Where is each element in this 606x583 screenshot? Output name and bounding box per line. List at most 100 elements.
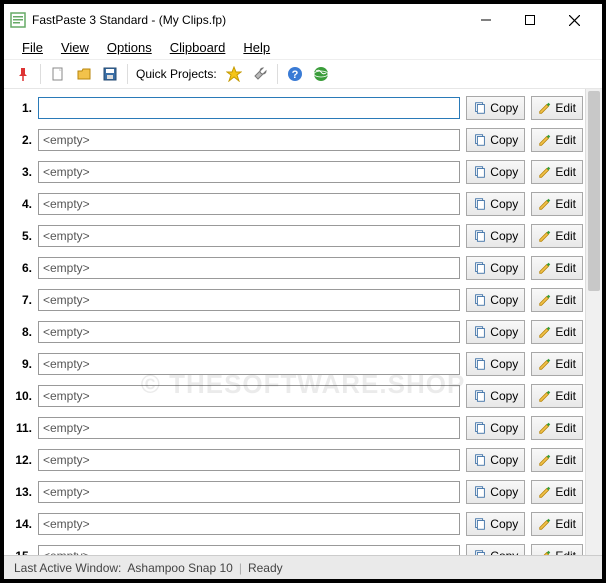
wrench-icon[interactable]: [249, 63, 271, 85]
copy-button[interactable]: Copy: [466, 416, 525, 440]
menu-options[interactable]: Options: [99, 38, 160, 57]
clip-input[interactable]: [38, 417, 460, 439]
globe-icon[interactable]: [310, 63, 332, 85]
scrollbar-thumb[interactable]: [588, 91, 600, 291]
copy-button[interactable]: Copy: [466, 480, 525, 504]
maximize-button[interactable]: [508, 6, 552, 34]
copy-icon: [473, 453, 487, 467]
minimize-button[interactable]: [464, 6, 508, 34]
edit-icon: [538, 325, 552, 339]
edit-button[interactable]: Edit: [531, 224, 583, 248]
copy-label: Copy: [490, 197, 518, 211]
status-label: Last Active Window:: [14, 561, 121, 575]
clip-row: 1.CopyEdit: [10, 93, 583, 123]
edit-button[interactable]: Edit: [531, 288, 583, 312]
separator: [277, 64, 278, 84]
clip-input[interactable]: [38, 353, 460, 375]
clip-row: 9.CopyEdit: [10, 349, 583, 379]
clip-input[interactable]: [38, 129, 460, 151]
edit-button[interactable]: Edit: [531, 160, 583, 184]
clip-input[interactable]: [38, 97, 460, 119]
copy-label: Copy: [490, 101, 518, 115]
copy-button[interactable]: Copy: [466, 384, 525, 408]
copy-button[interactable]: Copy: [466, 96, 525, 120]
edit-label: Edit: [555, 101, 576, 115]
help-icon[interactable]: ?: [284, 63, 306, 85]
copy-button[interactable]: Copy: [466, 224, 525, 248]
edit-label: Edit: [555, 293, 576, 307]
clip-input[interactable]: [38, 257, 460, 279]
save-icon[interactable]: [99, 63, 121, 85]
menu-help[interactable]: Help: [235, 38, 278, 57]
scrollbar[interactable]: [585, 89, 602, 555]
copy-button[interactable]: Copy: [466, 448, 525, 472]
menu-view[interactable]: View: [53, 38, 97, 57]
edit-button[interactable]: Edit: [531, 416, 583, 440]
copy-button[interactable]: Copy: [466, 512, 525, 536]
window-title: FastPaste 3 Standard - (My Clips.fp): [32, 13, 226, 27]
toolbar: Quick Projects: ?: [4, 59, 602, 89]
pin-icon[interactable]: [12, 63, 34, 85]
clip-input[interactable]: [38, 385, 460, 407]
copy-icon: [473, 357, 487, 371]
edit-button[interactable]: Edit: [531, 384, 583, 408]
row-number: 14.: [10, 517, 32, 531]
copy-icon: [473, 517, 487, 531]
clip-input[interactable]: [38, 481, 460, 503]
star-icon[interactable]: [223, 63, 245, 85]
clip-input[interactable]: [38, 321, 460, 343]
clip-row: 8.CopyEdit: [10, 317, 583, 347]
edit-button[interactable]: Edit: [531, 352, 583, 376]
copy-button[interactable]: Copy: [466, 544, 525, 555]
copy-button[interactable]: Copy: [466, 192, 525, 216]
close-button[interactable]: [552, 6, 596, 34]
clip-list: 1.CopyEdit2.CopyEdit3.CopyEdit4.CopyEdit…: [4, 89, 585, 555]
edit-button[interactable]: Edit: [531, 448, 583, 472]
copy-label: Copy: [490, 549, 518, 555]
clip-row: 4.CopyEdit: [10, 189, 583, 219]
clip-input[interactable]: [38, 225, 460, 247]
row-number: 11.: [10, 421, 32, 435]
menu-clipboard[interactable]: Clipboard: [162, 38, 234, 57]
row-number: 7.: [10, 293, 32, 307]
copy-button[interactable]: Copy: [466, 352, 525, 376]
edit-icon: [538, 261, 552, 275]
row-number: 15.: [10, 549, 32, 555]
copy-icon: [473, 101, 487, 115]
copy-button[interactable]: Copy: [466, 288, 525, 312]
clip-input[interactable]: [38, 289, 460, 311]
edit-button[interactable]: Edit: [531, 128, 583, 152]
clip-input[interactable]: [38, 161, 460, 183]
edit-button[interactable]: Edit: [531, 320, 583, 344]
copy-label: Copy: [490, 261, 518, 275]
clip-input[interactable]: [38, 545, 460, 555]
svg-text:?: ?: [291, 69, 298, 81]
edit-button[interactable]: Edit: [531, 96, 583, 120]
edit-icon: [538, 197, 552, 211]
edit-label: Edit: [555, 421, 576, 435]
open-icon[interactable]: [73, 63, 95, 85]
copy-button[interactable]: Copy: [466, 320, 525, 344]
edit-button[interactable]: Edit: [531, 512, 583, 536]
copy-icon: [473, 389, 487, 403]
copy-icon: [473, 293, 487, 307]
edit-button[interactable]: Edit: [531, 480, 583, 504]
clip-input[interactable]: [38, 513, 460, 535]
copy-label: Copy: [490, 357, 518, 371]
clip-row: 12.CopyEdit: [10, 445, 583, 475]
copy-button[interactable]: Copy: [466, 128, 525, 152]
copy-button[interactable]: Copy: [466, 160, 525, 184]
menu-file[interactable]: File: [14, 38, 51, 57]
clip-input[interactable]: [38, 449, 460, 471]
edit-button[interactable]: Edit: [531, 256, 583, 280]
edit-icon: [538, 229, 552, 243]
copy-button[interactable]: Copy: [466, 256, 525, 280]
edit-button[interactable]: Edit: [531, 544, 583, 555]
new-icon[interactable]: [47, 63, 69, 85]
edit-icon: [538, 133, 552, 147]
row-number: 5.: [10, 229, 32, 243]
menubar: File View Options Clipboard Help: [4, 36, 602, 59]
edit-button[interactable]: Edit: [531, 192, 583, 216]
clip-input[interactable]: [38, 193, 460, 215]
separator: [40, 64, 41, 84]
